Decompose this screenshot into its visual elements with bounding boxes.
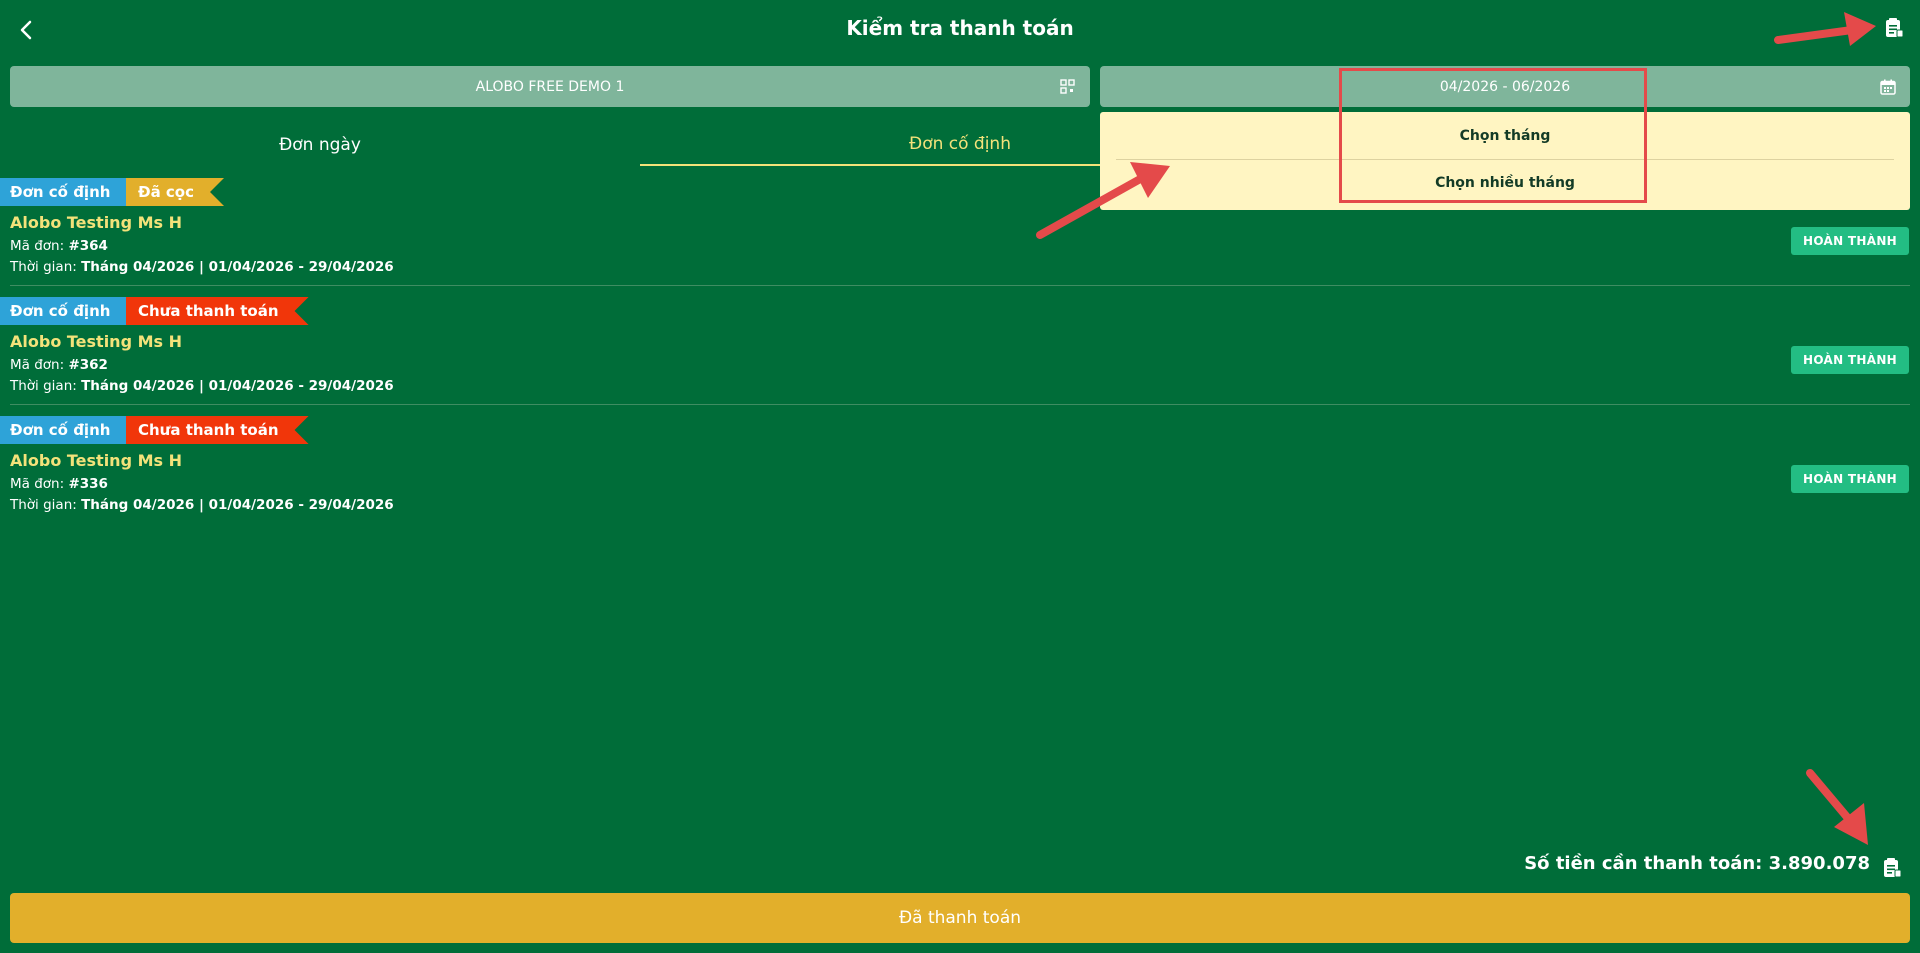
page-title: Kiểm tra thanh toán: [846, 16, 1074, 40]
order-time: Thời gian: Tháng 04/2026 | 01/04/2026 - …: [10, 497, 394, 513]
back-button[interactable]: [10, 14, 42, 46]
report-button-top[interactable]: [1880, 14, 1908, 42]
annotation-arrow-icon: [1806, 769, 1868, 845]
order-time: Thời gian: Tháng 04/2026 | 01/04/2026 - …: [10, 259, 394, 275]
report-button-bottom[interactable]: [1879, 855, 1905, 881]
order-type-tag: Đơn cố định: [0, 178, 127, 206]
venue-select[interactable]: ALOBO FREE DEMO 1: [10, 66, 1090, 107]
divider: [10, 285, 1910, 286]
complete-button[interactable]: HOÀN THÀNH: [1791, 465, 1909, 493]
order-item[interactable]: Đơn cố định Chưa thanh toán Alobo Testin…: [0, 416, 1920, 526]
mark-paid-button[interactable]: Đã thanh toán: [10, 893, 1910, 943]
clipboard-icon: [1886, 18, 1904, 38]
header: Kiểm tra thanh toán: [0, 0, 1920, 58]
dropdown-item-multi-month[interactable]: Chọn nhiều tháng: [1116, 160, 1894, 206]
date-range-select[interactable]: 04/2026 - 06/2026: [1100, 66, 1910, 107]
customer-name: Alobo Testing Ms H: [10, 213, 182, 232]
date-range-label: 04/2026 - 06/2026: [1439, 78, 1571, 95]
order-id: Mã đơn: #364: [10, 238, 108, 254]
venue-select-label: ALOBO FREE DEMO 1: [475, 78, 625, 95]
dropdown-item-single-month[interactable]: Chọn tháng: [1116, 112, 1894, 160]
order-id: Mã đơn: #362: [10, 357, 108, 373]
order-status-tag: Chưa thanh toán: [108, 297, 309, 325]
divider: [10, 404, 1910, 405]
order-status-tag: Chưa thanh toán: [108, 416, 309, 444]
complete-button[interactable]: HOÀN THÀNH: [1791, 227, 1909, 255]
order-time: Thời gian: Tháng 04/2026 | 01/04/2026 - …: [10, 378, 394, 394]
qr-code-icon: [1059, 78, 1076, 95]
tab-daily-orders[interactable]: Đơn ngày: [0, 124, 640, 166]
date-mode-dropdown: Chọn tháng Chọn nhiều tháng: [1100, 112, 1910, 210]
order-type-tag: Đơn cố định: [0, 297, 127, 325]
calendar-icon: [1879, 78, 1896, 95]
customer-name: Alobo Testing Ms H: [10, 451, 182, 470]
complete-button[interactable]: HOÀN THÀNH: [1791, 346, 1909, 374]
clipboard-icon: [1884, 858, 1902, 878]
chevron-left-icon: [20, 20, 32, 40]
total-amount: Số tiền cần thanh toán: 3.890.078: [1524, 853, 1870, 874]
order-id: Mã đơn: #336: [10, 476, 108, 492]
customer-name: Alobo Testing Ms H: [10, 332, 182, 351]
order-tabs: Đơn ngày Đơn cố định: [0, 124, 1280, 166]
order-type-tag: Đơn cố định: [0, 416, 127, 444]
order-item[interactable]: Đơn cố định Chưa thanh toán Alobo Testin…: [0, 297, 1920, 407]
